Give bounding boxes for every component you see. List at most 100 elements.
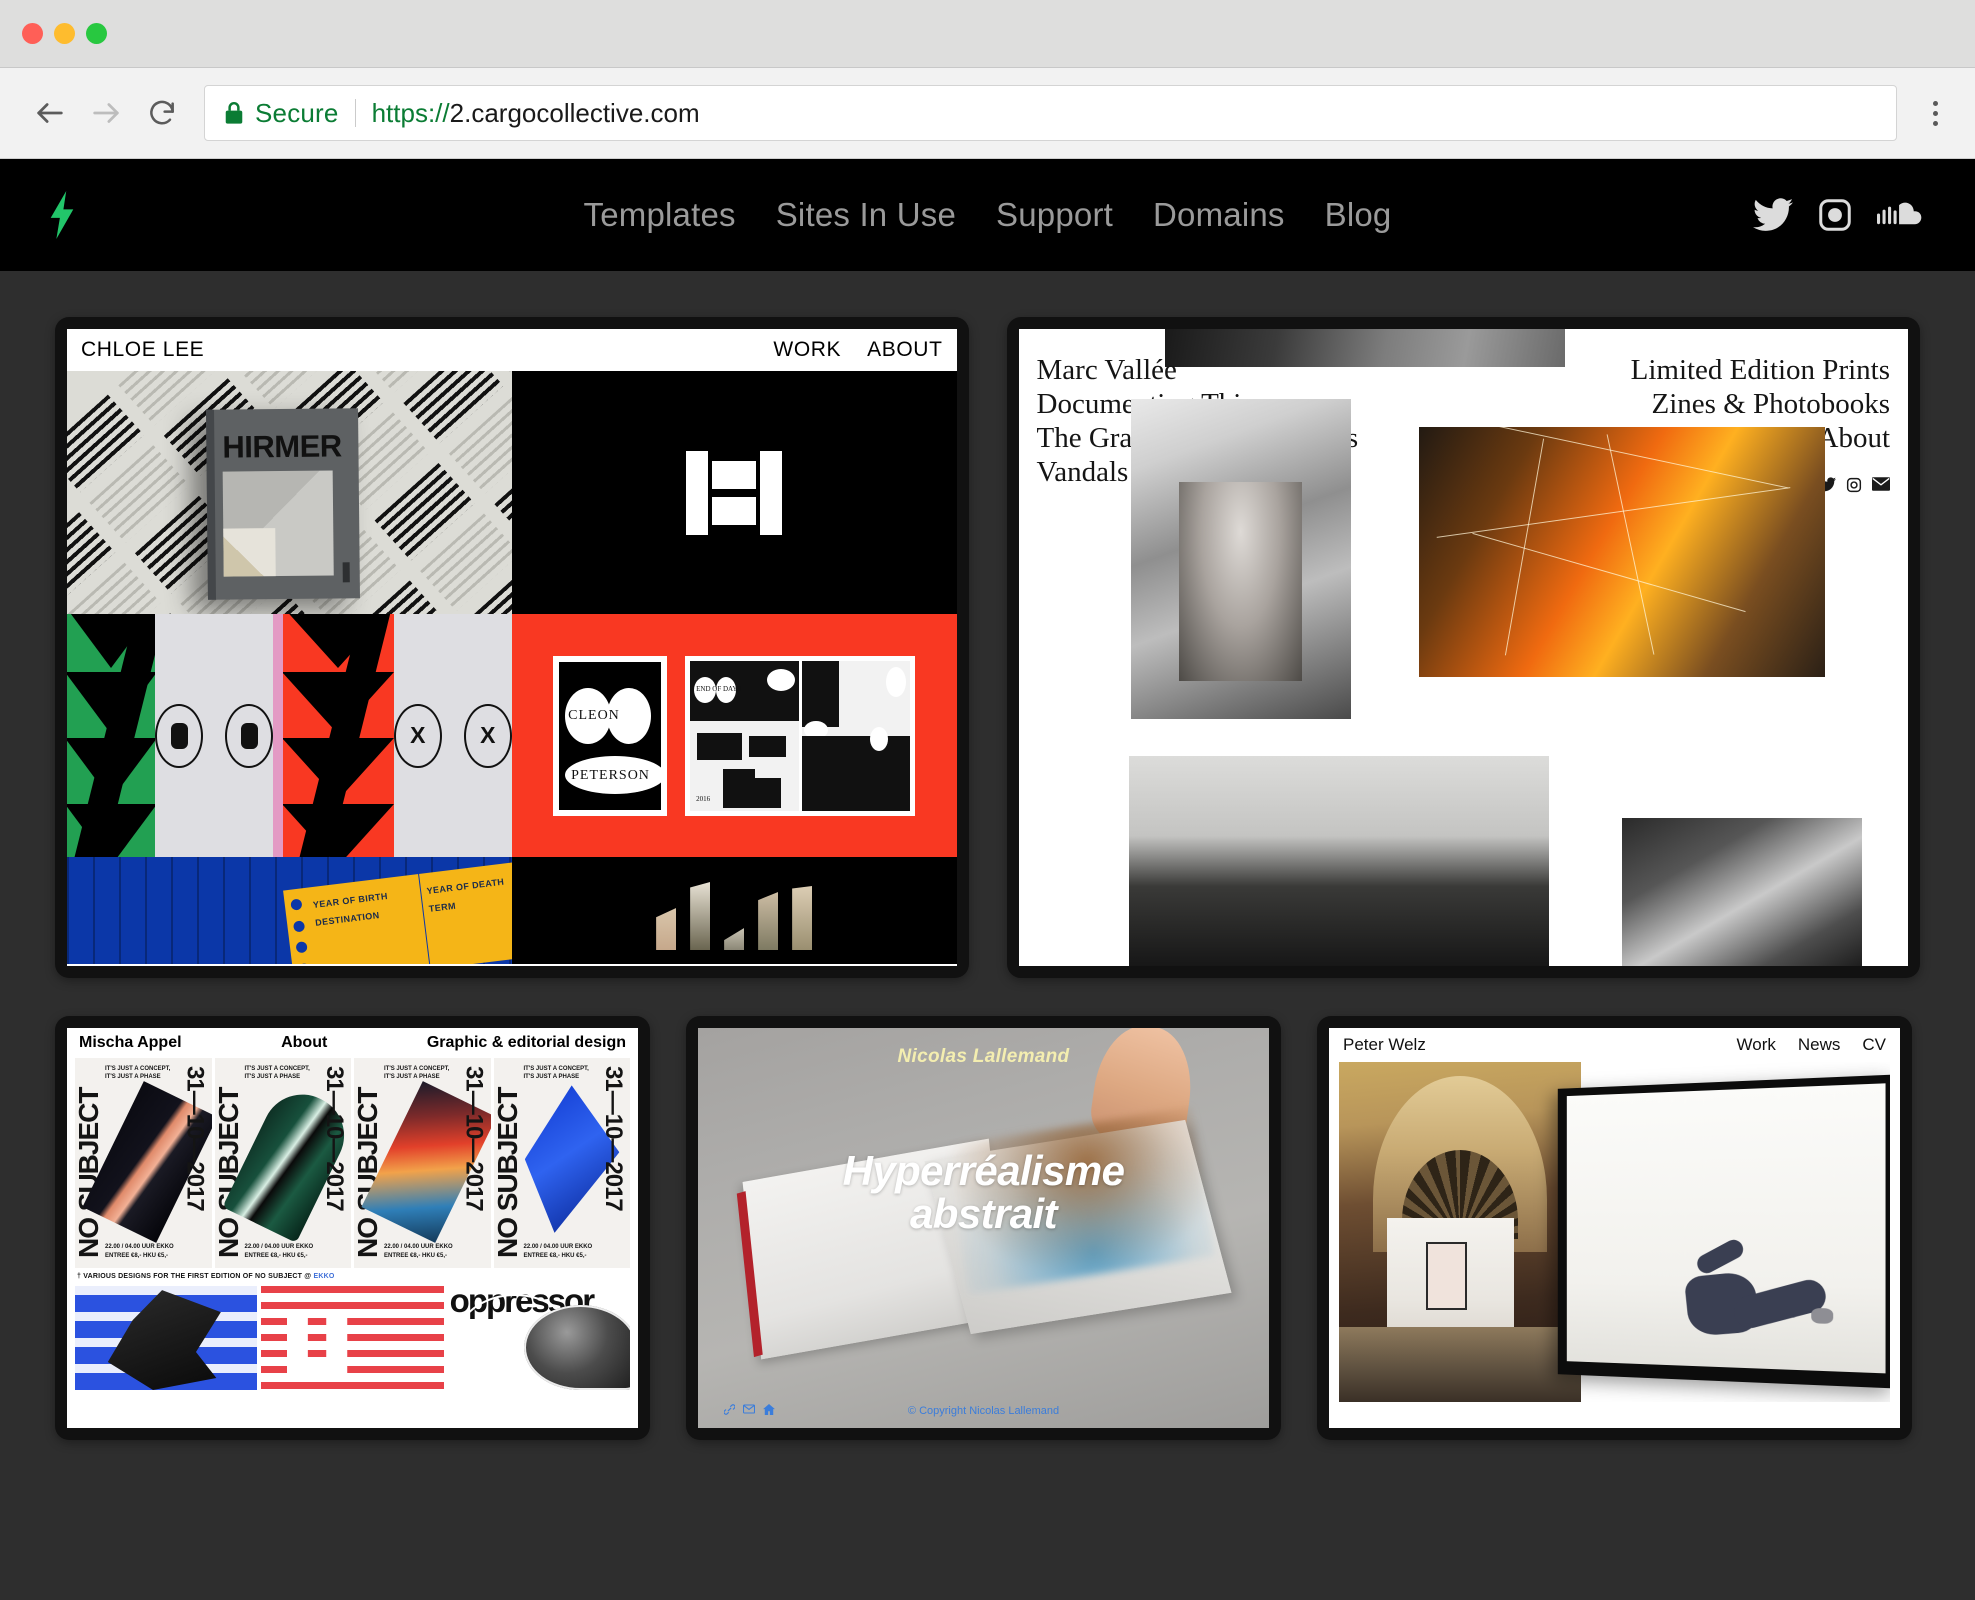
back-button[interactable]	[22, 85, 78, 141]
peter-installation-photo[interactable]	[1339, 1062, 1890, 1402]
twitter-icon[interactable]	[1753, 198, 1793, 232]
browser-menu-button[interactable]	[1917, 100, 1953, 126]
template-card-marc-vallee[interactable]: Marc Vallée Documenting Thierry The Graf…	[1006, 317, 1920, 978]
nicolas-footer: © Copyright Nicolas Lallemand	[698, 1404, 1269, 1418]
mischa-header: Mischa Appel About Graphic & editorial d…	[67, 1028, 638, 1058]
nav-item-sites-in-use[interactable]: Sites In Use	[776, 196, 956, 234]
mischa-poster-oppressor[interactable]: oppressor	[447, 1286, 630, 1390]
cleon-peterson-poster: CLEON PETERSON	[553, 655, 668, 816]
url-scheme: https://	[371, 97, 450, 128]
marble-floor	[1339, 1327, 1582, 1402]
chloe-tile-ticket[interactable]: YEAR OF BIRTH DESTINATION YEAR OF DEATH …	[67, 857, 512, 964]
peter-nav-cv[interactable]: CV	[1862, 1035, 1886, 1055]
mail-icon[interactable]	[742, 1404, 756, 1418]
marc-menu-zines-photobooks[interactable]: Zines & Photobooks	[1631, 388, 1890, 422]
page-body: Templates Sites In Use Support Domains B…	[0, 159, 1975, 1600]
book-tick-mark	[342, 562, 350, 583]
url-host: 2.cargocollective.com	[449, 97, 700, 128]
lock-icon	[223, 100, 245, 126]
link-icon[interactable]	[723, 1404, 736, 1418]
instagram-icon[interactable]	[1817, 197, 1853, 233]
cleon-line-2: PETERSON	[571, 767, 650, 783]
soundcloud-icon[interactable]	[1877, 200, 1923, 230]
nav-item-templates[interactable]: Templates	[584, 196, 736, 234]
window-close-button[interactable]	[22, 23, 43, 44]
portrait-sliver	[690, 882, 711, 950]
marc-photo-masked-figures[interactable]	[1128, 756, 1549, 966]
address-bar[interactable]: Secure https://2.cargocollective.com	[204, 85, 1897, 141]
chloe-nav-about[interactable]: ABOUT	[867, 338, 942, 362]
nav-item-domains[interactable]: Domains	[1153, 196, 1285, 234]
mischa-discipline: Graphic & editorial design	[426, 1034, 626, 1051]
home-icon[interactable]	[763, 1404, 775, 1418]
mischa-poster-vu[interactable]	[261, 1286, 444, 1390]
nav-item-support[interactable]: Support	[996, 196, 1113, 234]
template-gallery: CHLOE LEE WORK ABOUT HIRMER X X CLEON PE…	[0, 271, 1975, 1440]
poster-tagline: IT'S JUST A CONCEPT, IT'S JUST A PHASE	[384, 1066, 450, 1081]
peter-site-name: Peter Welz	[1343, 1035, 1426, 1054]
chloe-nav-work[interactable]: WORK	[773, 338, 841, 362]
window-minimize-button[interactable]	[54, 23, 75, 44]
marc-photo-broken-glass[interactable]	[1418, 427, 1825, 677]
hirmer-brand-text: HIRMER	[222, 428, 342, 465]
nav-item-blog[interactable]: Blog	[1325, 196, 1392, 234]
template-card-nicolas-lallemand[interactable]: Nicolas Lallemand Hyperréalisme abstrait	[686, 1016, 1281, 1440]
h-monogram-icon	[686, 450, 783, 535]
vu-label	[286, 1314, 348, 1373]
nicolas-copyright: © Copyright Nicolas Lallemand	[907, 1405, 1060, 1417]
oval-glyph	[225, 703, 274, 768]
no-subject-poster[interactable]: NO SUBJECT IT'S JUST A CONCEPT, IT'S JUS…	[75, 1058, 212, 1268]
chloe-tile-chevrons[interactable]: X X	[67, 614, 512, 857]
reload-button[interactable]	[134, 85, 190, 141]
spread-page-left: END OF DAYS 2016	[690, 660, 799, 811]
url-separator	[354, 99, 356, 127]
projection-screen	[1558, 1074, 1890, 1390]
chloe-tile-cleon-peterson[interactable]: CLEON PETERSON END OF DAYS 2016	[511, 614, 957, 857]
poster-info: 22.00 / 04.00 UUR EKKO ENTREE €8,- HKU €…	[105, 1244, 174, 1259]
template-card-peter-welz[interactable]: Peter Welz Work News CV	[1317, 1016, 1912, 1440]
mail-icon[interactable]	[1872, 477, 1890, 498]
marc-photo-portrait[interactable]	[1130, 399, 1351, 719]
poster-date: 31—10—2017	[600, 1066, 627, 1211]
nicolas-footer-icons	[723, 1404, 775, 1418]
gallery-row-1: CHLOE LEE WORK ABOUT HIRMER X X CLEON PE…	[55, 317, 1920, 978]
chloe-lee-site-preview: CHLOE LEE WORK ABOUT HIRMER X X CLEON PE…	[67, 329, 957, 966]
ticket-col-right: YEAR OF DEATH TERM	[417, 860, 512, 964]
mischa-poster-blue[interactable]	[75, 1286, 258, 1390]
template-card-mischa-appel[interactable]: Mischa Appel About Graphic & editorial d…	[55, 1016, 650, 1440]
oval-glyph-group-right: X X	[393, 614, 512, 857]
no-subject-poster[interactable]: NO SUBJECT IT'S JUST A CONCEPT, IT'S JUS…	[493, 1058, 630, 1268]
caption-text: † VARIOUS DESIGNS FOR THE FIRST EDITION …	[77, 1273, 314, 1280]
marc-menu-limited-edition-prints[interactable]: Limited Edition Prints	[1631, 354, 1890, 388]
mischa-poster-row: NO SUBJECT IT'S JUST A CONCEPT, IT'S JUS…	[67, 1058, 638, 1268]
poster-info: 22.00 / 04.00 UUR EKKO ENTREE €8,- HKU €…	[384, 1244, 453, 1259]
chloe-tile-hirmer[interactable]: HIRMER	[67, 371, 512, 614]
cleon-book-spread: END OF DAYS 2016	[685, 655, 916, 816]
chloe-site-title: CHLOE LEE	[81, 338, 205, 361]
peter-nav-work[interactable]: Work	[1737, 1035, 1776, 1055]
ticket-field-year-of-birth: YEAR OF BIRTH	[312, 890, 389, 911]
gallery-row-2: Mischa Appel About Graphic & editorial d…	[55, 1016, 1920, 1440]
caption-link-ekko[interactable]: EKKO	[313, 1273, 334, 1280]
template-card-chloe-lee[interactable]: CHLOE LEE WORK ABOUT HIRMER X X CLEON PE…	[55, 317, 969, 978]
mischa-poster-caption: † VARIOUS DESIGNS FOR THE FIRST EDITION …	[67, 1268, 638, 1280]
marc-photo-skater[interactable]	[1622, 818, 1862, 966]
window-zoom-button[interactable]	[86, 23, 107, 44]
forward-button[interactable]	[78, 85, 134, 141]
chloe-tile-slivers[interactable]	[511, 857, 957, 964]
instagram-icon[interactable]	[1846, 477, 1862, 498]
mischa-nav-about[interactable]: About	[281, 1034, 327, 1052]
peter-nav-news[interactable]: News	[1798, 1035, 1841, 1055]
secure-label: Secure	[255, 97, 339, 128]
portrait-sliver	[758, 892, 779, 950]
green-chevron-panel	[67, 614, 156, 857]
main-nav: Templates Sites In Use Support Domains B…	[584, 196, 1392, 234]
book-spine	[206, 409, 216, 600]
poster-title: NO SUBJECT	[493, 1087, 523, 1258]
no-subject-poster[interactable]: NO SUBJECT IT'S JUST A CONCEPT, IT'S JUS…	[354, 1058, 491, 1268]
portrait-sliver	[724, 928, 745, 950]
no-subject-poster[interactable]: NO SUBJECT IT'S JUST A CONCEPT, IT'S JUS…	[214, 1058, 351, 1268]
lightning-bolt-icon[interactable]	[32, 191, 92, 239]
chloe-tile-h-logo[interactable]	[511, 371, 957, 614]
hirmer-book: HIRMER	[206, 408, 360, 600]
